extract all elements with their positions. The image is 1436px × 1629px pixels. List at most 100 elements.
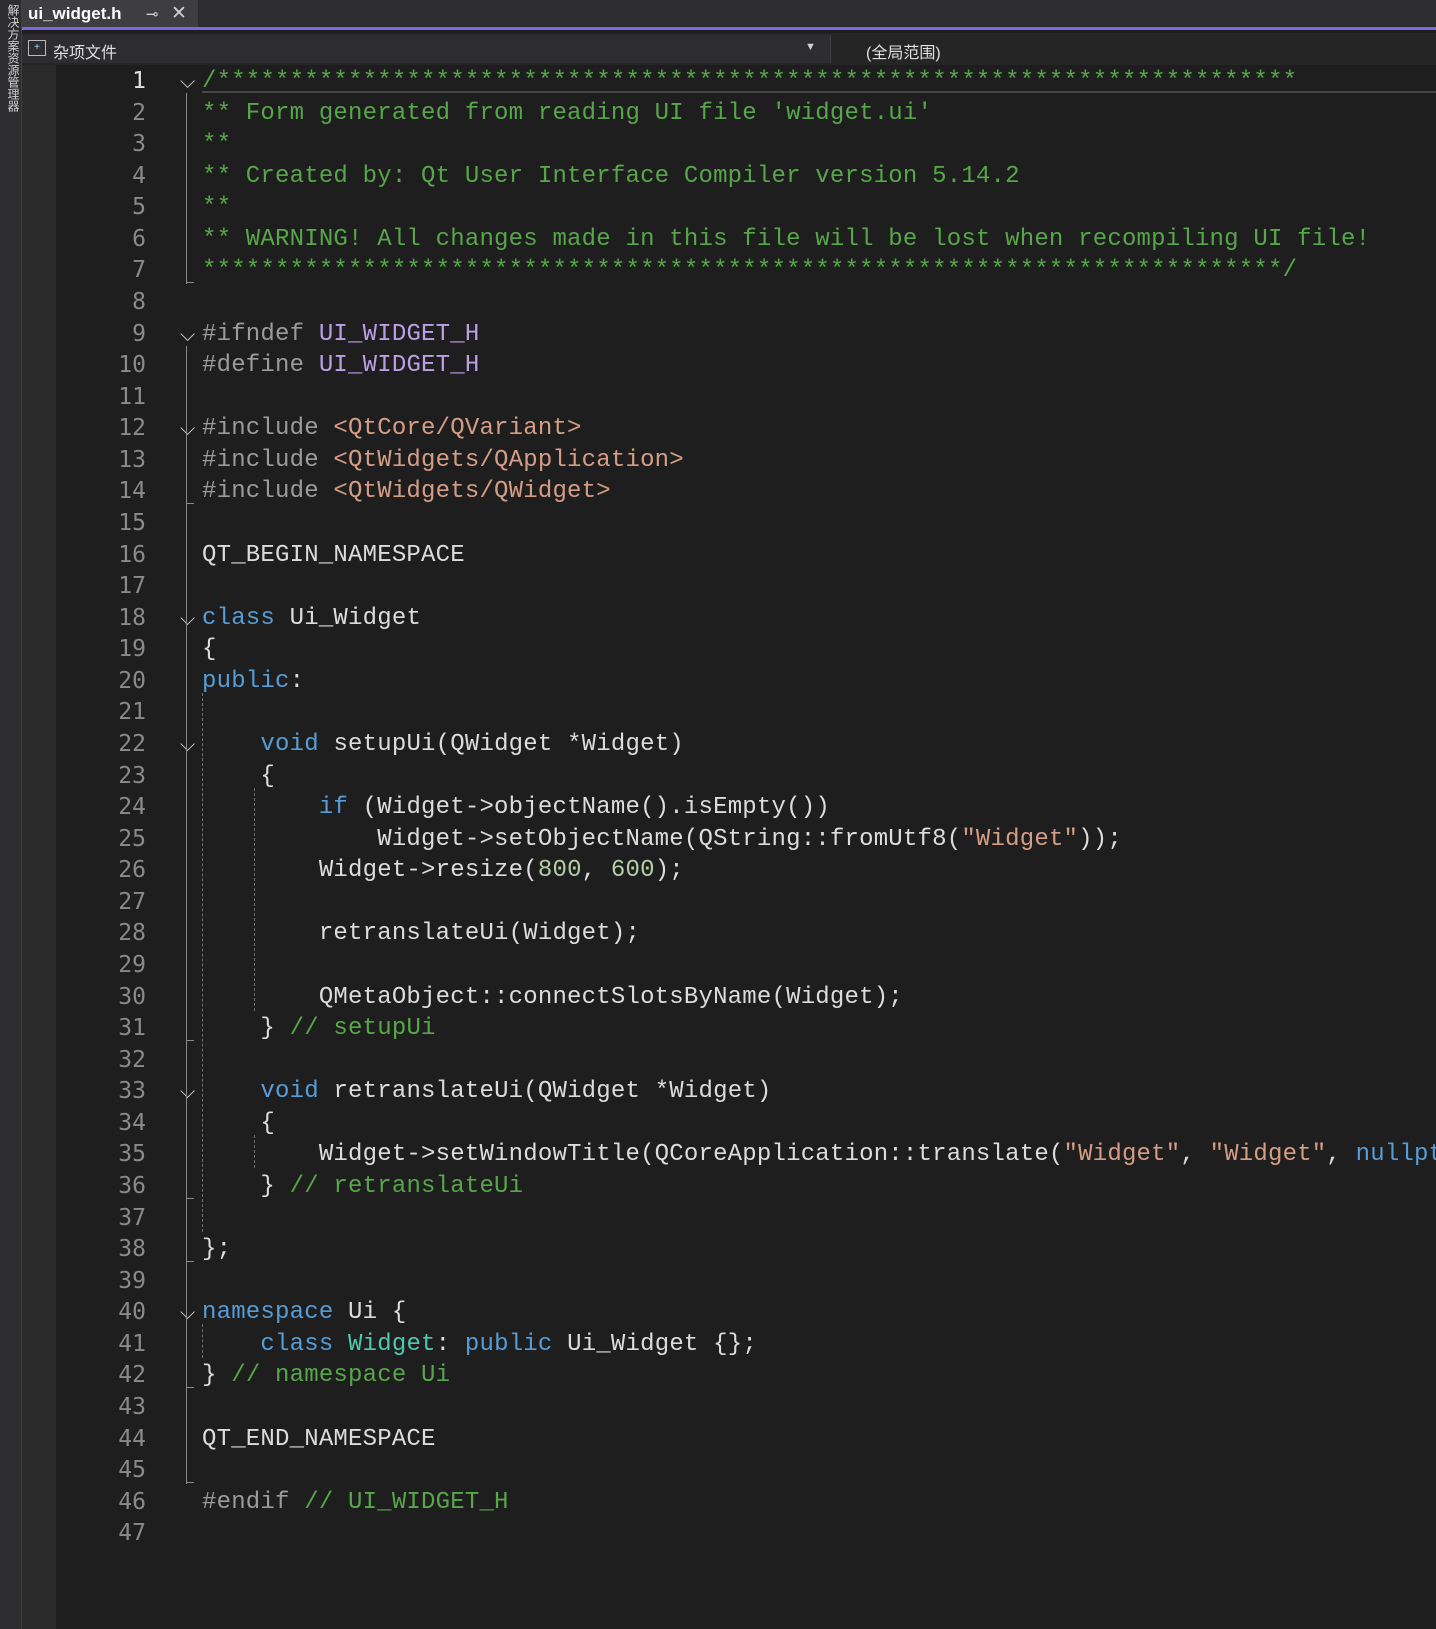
- code-line[interactable]: 41 class Widget: public Ui_Widget {};: [22, 1328, 1436, 1361]
- line-number: 13: [118, 446, 146, 473]
- code-line[interactable]: 1 ⌵ /*************************************…: [22, 65, 1436, 98]
- line-number: 41: [118, 1330, 146, 1357]
- navigation-bar: + 杂项文件 ▼ (全局范围): [22, 33, 1436, 65]
- code-text: retranslateUi(Widget);: [202, 920, 641, 948]
- code-line[interactable]: 13 #include <QtWidgets/QApplication>: [22, 444, 1436, 477]
- code-line[interactable]: 28 retranslateUi(Widget);: [22, 917, 1436, 950]
- line-number: 45: [118, 1457, 146, 1484]
- outline-end-tick: [186, 1261, 194, 1263]
- code-line[interactable]: 23 {: [22, 760, 1436, 793]
- fold-chevron-icon[interactable]: ⌵: [180, 1079, 195, 1103]
- code-line[interactable]: 44 QT_END_NAMESPACE: [22, 1423, 1436, 1456]
- code-text: if (Widget->objectName().isEmpty()): [318, 794, 830, 822]
- fold-chevron-icon[interactable]: ⌵: [180, 732, 195, 756]
- code-line[interactable]: 25 Widget->setObjectName(QString::fromUt…: [22, 823, 1436, 856]
- line-number: 42: [118, 1362, 146, 1389]
- close-icon[interactable]: ✕: [171, 2, 187, 25]
- code-line[interactable]: 4 ** Created by: Qt User Interface Compil…: [22, 160, 1436, 193]
- code-line[interactable]: 35 Widget->setWindowTitle(QCoreApplicati…: [22, 1138, 1436, 1171]
- code-text: {: [202, 636, 217, 664]
- code-line[interactable]: 14 #include <QtWidgets/QWidget>: [22, 475, 1436, 508]
- code-line[interactable]: 31 } // setupUi: [22, 1012, 1436, 1045]
- line-number: 14: [118, 478, 146, 505]
- code-text: QT_BEGIN_NAMESPACE: [202, 541, 465, 569]
- line-number: 8: [132, 288, 146, 315]
- line-number: 15: [118, 509, 146, 536]
- solution-explorer-strip[interactable]: 解决方案资源管理器: [0, 0, 22, 1629]
- code-line[interactable]: 22 ⌵ void setupUi(QWidget *Widget): [22, 728, 1436, 761]
- outline-end-tick: [186, 1197, 194, 1199]
- code-line[interactable]: 5 **: [22, 191, 1436, 224]
- code-line[interactable]: 9 ⌵ #ifndef UI_WIDGET_H: [22, 318, 1436, 351]
- code-line[interactable]: 36 } // retranslateUi: [22, 1170, 1436, 1203]
- fold-chevron-icon[interactable]: ⌵: [180, 606, 195, 630]
- code-line[interactable]: 30 QMetaObject::connectSlotsByName(Widge…: [22, 981, 1436, 1014]
- code-text: #include <QtWidgets/QApplication>: [202, 446, 684, 474]
- code-text: #ifndef UI_WIDGET_H: [202, 320, 480, 348]
- code-text: QT_END_NAMESPACE: [202, 1425, 436, 1453]
- code-text: void retranslateUi(QWidget *Widget): [260, 1078, 772, 1106]
- code-line[interactable]: 33 ⌵ void retranslateUi(QWidget *Widget): [22, 1075, 1436, 1108]
- pin-icon[interactable]: ⊸: [146, 5, 159, 23]
- tab-ui-widget-h[interactable]: ui_widget.h ⊸ ✕: [22, 0, 198, 27]
- code-line[interactable]: 16 QT_BEGIN_NAMESPACE: [22, 539, 1436, 572]
- line-number: 34: [118, 1109, 146, 1136]
- code-line[interactable]: 46 #endif // UI_WIDGET_H: [22, 1486, 1436, 1519]
- code-line[interactable]: 29: [22, 949, 1436, 982]
- code-line[interactable]: 38};: [22, 1233, 1436, 1266]
- document-tab-bar: ui_widget.h ⊸ ✕: [22, 0, 1436, 30]
- line-number: 44: [118, 1425, 146, 1452]
- code-line[interactable]: 34 {: [22, 1107, 1436, 1140]
- indent-guide: [254, 787, 255, 1011]
- outline-end-tick: [186, 282, 194, 284]
- code-line[interactable]: 6 ** WARNING! All changes made in this fi…: [22, 223, 1436, 256]
- line-number: 31: [118, 1015, 146, 1042]
- code-line[interactable]: 37: [22, 1202, 1436, 1235]
- code-line[interactable]: 45: [22, 1454, 1436, 1487]
- code-line[interactable]: 20 public:: [22, 665, 1436, 698]
- code-line[interactable]: 2 ** Form generated from reading UI file …: [22, 97, 1436, 130]
- code-line[interactable]: 11: [22, 381, 1436, 414]
- line-number: 18: [118, 604, 146, 631]
- code-line[interactable]: 43: [22, 1391, 1436, 1424]
- code-line[interactable]: 7 ***************************************…: [22, 254, 1436, 287]
- project-scope-dropdown[interactable]: + 杂项文件 ▼: [22, 35, 831, 63]
- code-line[interactable]: 19 {: [22, 633, 1436, 666]
- line-number: 38: [118, 1236, 146, 1263]
- code-line[interactable]: 17: [22, 570, 1436, 603]
- fold-chevron-icon[interactable]: ⌵: [180, 416, 195, 440]
- code-line[interactable]: 18 ⌵ class Ui_Widget: [22, 602, 1436, 635]
- code-line[interactable]: 39: [22, 1265, 1436, 1298]
- line-number: 46: [118, 1488, 146, 1515]
- code-line[interactable]: 42} // namespace Ui: [22, 1359, 1436, 1392]
- fold-chevron-icon[interactable]: ⌵: [180, 322, 195, 346]
- code-line[interactable]: 15: [22, 507, 1436, 540]
- code-line[interactable]: 47: [22, 1517, 1436, 1550]
- line-number: 17: [118, 573, 146, 600]
- code-text: #include <QtWidgets/QWidget>: [202, 478, 611, 506]
- global-scope-dropdown[interactable]: (全局范围): [866, 39, 941, 63]
- code-line[interactable]: 21: [22, 696, 1436, 729]
- fold-chevron-icon[interactable]: ⌵: [180, 1300, 195, 1324]
- line-number: 33: [118, 1078, 146, 1105]
- code-text: class Ui_Widget: [202, 604, 422, 632]
- outline-end-tick: [186, 1387, 194, 1389]
- code-line[interactable]: 24 if (Widget->objectName().isEmpty()): [22, 791, 1436, 824]
- code-line[interactable]: 32: [22, 1044, 1436, 1077]
- code-line[interactable]: 3 **: [22, 128, 1436, 161]
- code-text: class Widget: public Ui_Widget {};: [260, 1330, 757, 1358]
- fold-chevron-icon[interactable]: ⌵: [180, 69, 195, 93]
- code-line[interactable]: 27: [22, 886, 1436, 919]
- code-line[interactable]: 8: [22, 286, 1436, 319]
- dropdown-arrow-icon[interactable]: ▼: [805, 41, 816, 53]
- line-number: 7: [132, 257, 146, 284]
- code-editor[interactable]: 1 ⌵ /*************************************…: [22, 65, 1436, 1629]
- code-line[interactable]: 26 Widget->resize(800, 600);: [22, 854, 1436, 887]
- code-text: **: [202, 131, 232, 159]
- line-number: 6: [132, 225, 146, 252]
- line-number: 19: [118, 636, 146, 663]
- code-line[interactable]: 10 #define UI_WIDGET_H: [22, 349, 1436, 382]
- line-number: 21: [118, 699, 146, 726]
- code-line[interactable]: 40 ⌵ namespace Ui {: [22, 1296, 1436, 1329]
- code-line[interactable]: 12 ⌵ #include <QtCore/QVariant>: [22, 412, 1436, 445]
